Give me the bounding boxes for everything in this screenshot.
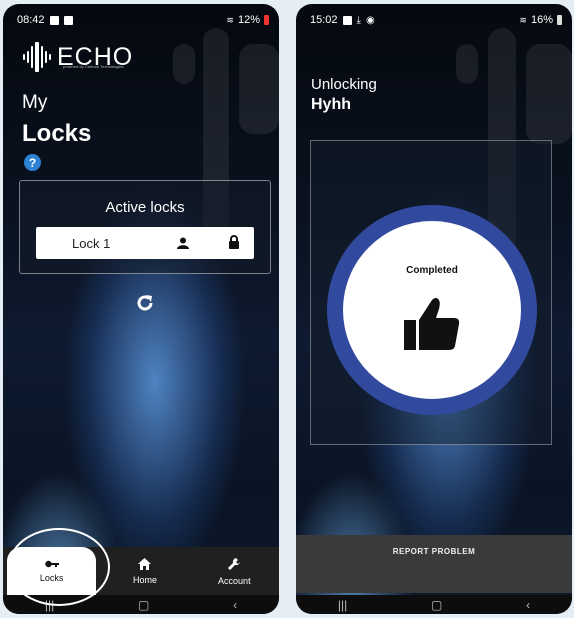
recents-button[interactable]: ||| [338, 598, 347, 612]
unlocking-screen: 15:02 ⤓ ◉ ≋ 16% Unlocking Hyhh Completed [296, 4, 572, 614]
notification-icon [63, 15, 73, 25]
status-circle: Completed [343, 221, 521, 399]
lock-name: Lock 1 [72, 235, 111, 251]
lock-item[interactable]: Lock 1 [36, 227, 254, 259]
highlight-annotation [8, 528, 110, 606]
background-decoration [456, 44, 478, 84]
home-button[interactable]: ▢ [431, 598, 442, 612]
person-icon [158, 237, 208, 249]
back-button[interactable]: ‹ [233, 598, 237, 612]
echo-logo-mark-icon [23, 40, 51, 74]
battery-level: 16% [530, 14, 553, 26]
image-icon [342, 15, 352, 25]
page-title: Locks [22, 120, 92, 147]
wrench-icon [227, 557, 241, 573]
status-time: 08:42 [17, 14, 45, 26]
status-ring: Completed [327, 205, 537, 415]
active-locks-panel: Active locks Lock 1 [19, 180, 271, 274]
logo-subtitle: powered by Carbure Technologies [63, 64, 124, 69]
locks-screen: 08:42 ≋ 12% ECHO powered by Carbure Tech… [3, 4, 279, 614]
home-button[interactable]: ▢ [138, 598, 149, 612]
sync-icon: ◉ [365, 14, 375, 26]
home-icon [138, 557, 152, 572]
active-locks-heading: Active locks [105, 199, 185, 216]
lock-icon[interactable] [228, 234, 240, 252]
nav-home[interactable]: Home [100, 547, 189, 595]
back-button[interactable]: ‹ [526, 598, 530, 612]
unlock-status-panel: Completed [310, 140, 552, 445]
help-icon[interactable]: ? [24, 154, 41, 171]
status-label: Completed [406, 265, 458, 276]
page-title-prefix: Unlocking [311, 76, 377, 93]
background-decoration [526, 44, 572, 144]
image-icon [49, 15, 59, 25]
background-decoration [173, 44, 195, 84]
thumbs-up-icon [402, 296, 462, 357]
nav-account-label: Account [218, 575, 251, 586]
report-problem-button[interactable]: REPORT PROBLEM [296, 535, 572, 593]
battery-icon [557, 15, 562, 25]
background-decoration [239, 44, 279, 134]
page-title-prefix: My [22, 92, 48, 113]
status-bar: 15:02 ⤓ ◉ ≋ 16% [310, 12, 562, 28]
download-icon: ⤓ [356, 14, 361, 26]
wifi-icon: ≋ [519, 14, 527, 25]
nav-account[interactable]: Account [190, 547, 279, 595]
battery-level: 12% [237, 14, 260, 26]
refresh-icon[interactable] [134, 292, 156, 314]
wifi-icon: ≋ [226, 14, 234, 25]
status-time: 15:02 [310, 14, 338, 26]
system-nav: ||| ▢ ‹ [296, 595, 572, 614]
nav-home-label: Home [132, 574, 157, 585]
page-title: Hyhh [311, 96, 351, 113]
status-bar: 08:42 ≋ 12% [17, 12, 269, 28]
battery-icon [264, 15, 269, 25]
